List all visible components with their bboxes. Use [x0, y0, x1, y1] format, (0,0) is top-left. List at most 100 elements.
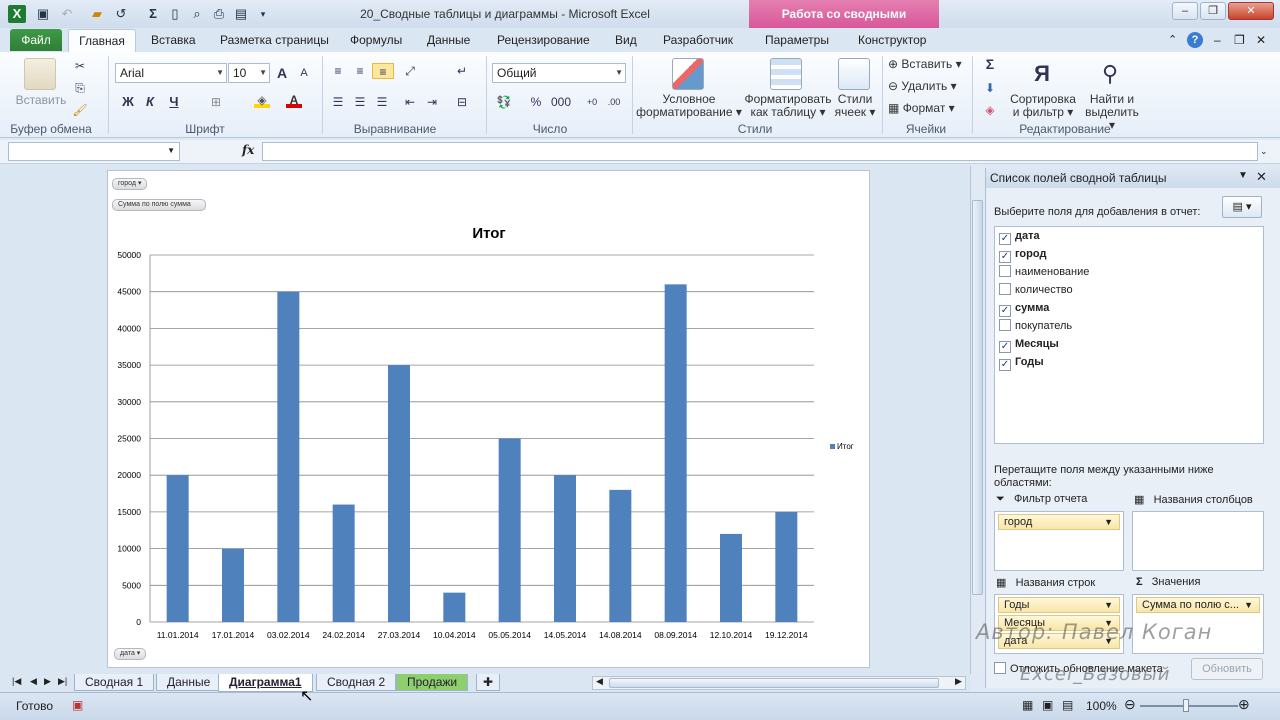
format-cells-button[interactable]: ▦ Формат ▾ — [888, 102, 955, 115]
panel-close-icon[interactable]: ✕ — [1256, 169, 1267, 185]
align-center-icon[interactable]: ☰ — [352, 94, 368, 110]
filter-chip[interactable]: город ▼ — [998, 514, 1120, 530]
thousands-button[interactable]: 000 — [550, 94, 572, 110]
align-right-icon[interactable]: ☰ — [374, 94, 390, 110]
percent-button[interactable]: % — [528, 94, 544, 110]
field-checkbox[interactable]: ✓ — [999, 341, 1011, 353]
cell-styles-button[interactable]: Стили ячеек ▾ — [830, 93, 880, 119]
defer-update-checkbox[interactable] — [994, 662, 1006, 674]
tab-page-layout[interactable]: Разметка страницы — [220, 33, 329, 47]
column-labels-area[interactable] — [1132, 511, 1264, 571]
font-name-combo[interactable]: Arial ▼ — [115, 63, 227, 83]
increase-decimal-icon[interactable]: +0 — [584, 94, 600, 110]
scroll-right-icon[interactable]: ▶ — [955, 676, 962, 687]
field-item-3[interactable]: количество — [999, 281, 1073, 299]
row-chip-years[interactable]: Годы ▼ — [998, 597, 1120, 613]
tab-parameters[interactable]: Параметры — [765, 33, 829, 47]
h-scroll-thumb[interactable] — [609, 678, 939, 688]
tab-constructor[interactable]: Конструктор — [858, 33, 926, 47]
next-sheet-icon[interactable]: ▶ — [44, 676, 51, 687]
first-sheet-icon[interactable]: |◀ — [12, 676, 21, 687]
field-item-4[interactable]: ✓ сумма — [999, 299, 1049, 317]
borders-icon[interactable]: ⊞ — [208, 94, 224, 110]
copy-icon[interactable]: ⎘ — [72, 80, 88, 96]
macro-record-icon[interactable]: ▣ — [72, 698, 83, 712]
field-checkbox[interactable] — [999, 265, 1011, 277]
format-painter-icon[interactable]: 🖌 — [72, 102, 88, 118]
report-filter-area[interactable]: город ▼ — [994, 511, 1124, 571]
name-box[interactable]: ▼ — [8, 142, 180, 161]
tab-data[interactable]: Данные — [427, 33, 470, 47]
align-left-icon[interactable]: ☰ — [330, 94, 346, 110]
sheet-tab-sales[interactable]: Продажи — [396, 674, 469, 691]
zoom-level[interactable]: 100% — [1086, 699, 1117, 713]
sheet-tab-pivot2[interactable]: Сводная 2 — [316, 674, 397, 691]
currency-icon[interactable]: 💱 — [496, 94, 512, 110]
field-item-7[interactable]: ✓ Годы — [999, 353, 1044, 371]
page-layout-view-icon[interactable]: ▣ — [1042, 698, 1053, 712]
field-checkbox[interactable] — [999, 319, 1011, 331]
scroll-left-icon[interactable]: ◀ — [596, 676, 603, 687]
insert-sheet-icon[interactable]: ✚ — [476, 674, 501, 691]
fill-icon[interactable]: ⬇ — [982, 80, 998, 96]
field-item-6[interactable]: ✓ Месяцы — [999, 335, 1059, 353]
font-size-combo[interactable]: 10 ▼ — [228, 63, 270, 83]
grow-font-icon[interactable]: A — [274, 65, 290, 81]
field-item-1[interactable]: ✓ город — [999, 245, 1046, 263]
decrease-decimal-icon[interactable]: .00 — [606, 94, 622, 110]
vertical-scrollbar[interactable] — [970, 166, 984, 674]
field-checkbox[interactable]: ✓ — [999, 233, 1011, 245]
page-break-view-icon[interactable]: ▤ — [1062, 698, 1073, 712]
help-icon[interactable]: ? — [1187, 32, 1203, 48]
cut-icon[interactable]: ✂ — [72, 58, 88, 74]
zoom-in-icon[interactable]: ⊕ — [1238, 696, 1250, 713]
align-bottom-icon[interactable]: ≡ — [372, 63, 394, 79]
font-color-icon[interactable]: A — [286, 92, 302, 108]
decrease-indent-icon[interactable]: ⇤ — [402, 94, 418, 110]
field-item-5[interactable]: покупатель — [999, 317, 1072, 335]
insert-cells-button[interactable]: ⊕ Вставить ▾ — [888, 58, 962, 71]
field-item-0[interactable]: ✓ дата — [999, 227, 1040, 245]
field-checkbox[interactable]: ✓ — [999, 359, 1011, 371]
tab-insert[interactable]: Вставка — [151, 33, 196, 47]
ribbon-minimize-icon[interactable]: ⌃ — [1168, 33, 1177, 46]
update-button[interactable]: Обновить — [1191, 658, 1263, 680]
prev-sheet-icon[interactable]: ◀ — [30, 676, 37, 687]
panel-menu-icon[interactable]: ▼ — [1238, 170, 1248, 181]
normal-view-icon[interactable]: ▦ — [1022, 698, 1033, 712]
wrap-text-icon[interactable]: ↵ — [454, 63, 470, 79]
close-button[interactable]: ✕ — [1228, 2, 1274, 20]
zoom-out-icon[interactable]: ⊖ — [1124, 696, 1136, 713]
shrink-font-icon[interactable]: A — [296, 65, 312, 81]
minimize-button[interactable]: – — [1172, 2, 1198, 20]
orientation-icon[interactable]: ⤢ — [402, 63, 418, 79]
bold-button[interactable]: Ж — [120, 94, 136, 110]
format-as-table-button[interactable]: Форматировать как таблицу ▾ — [740, 93, 836, 119]
zoom-slider-track[interactable] — [1140, 705, 1238, 707]
clear-icon[interactable]: ◈ — [982, 102, 998, 118]
field-item-2[interactable]: наименование — [999, 263, 1089, 281]
conditional-format-button[interactable]: Условное форматирование ▾ — [634, 93, 744, 119]
zoom-slider-thumb[interactable] — [1183, 699, 1189, 712]
values-chip[interactable]: Сумма по полю с... ▼ — [1136, 597, 1260, 613]
number-format-combo[interactable]: Общий ▼ — [492, 63, 626, 83]
scroll-thumb[interactable] — [972, 200, 983, 595]
fill-color-icon[interactable]: ◈ — [254, 92, 270, 108]
autosum-icon[interactable]: Σ — [982, 56, 998, 72]
sheet-tab-chart1[interactable]: Диаграмма1 — [218, 674, 313, 692]
doc-minimize-icon[interactable]: – — [1214, 33, 1221, 47]
fx-button[interactable]: fx — [242, 143, 254, 157]
tab-formulas[interactable]: Формулы — [350, 33, 402, 47]
field-checkbox[interactable] — [999, 283, 1011, 295]
field-checkbox[interactable]: ✓ — [999, 305, 1011, 317]
tab-developer[interactable]: Разработчик — [663, 33, 733, 47]
delete-cells-button[interactable]: ⊖ Удалить ▾ — [888, 80, 957, 93]
restore-button[interactable]: ❐ — [1200, 2, 1226, 20]
field-checkbox[interactable]: ✓ — [999, 251, 1011, 263]
increase-indent-icon[interactable]: ⇥ — [424, 94, 440, 110]
align-top-icon[interactable]: ≡ — [330, 63, 346, 79]
underline-button[interactable]: Ч — [166, 94, 182, 110]
sheet-tab-data[interactable]: Данные — [156, 674, 222, 691]
sheet-tab-pivot1[interactable]: Сводная 1 — [74, 674, 155, 691]
align-middle-icon[interactable]: ≡ — [352, 63, 368, 79]
